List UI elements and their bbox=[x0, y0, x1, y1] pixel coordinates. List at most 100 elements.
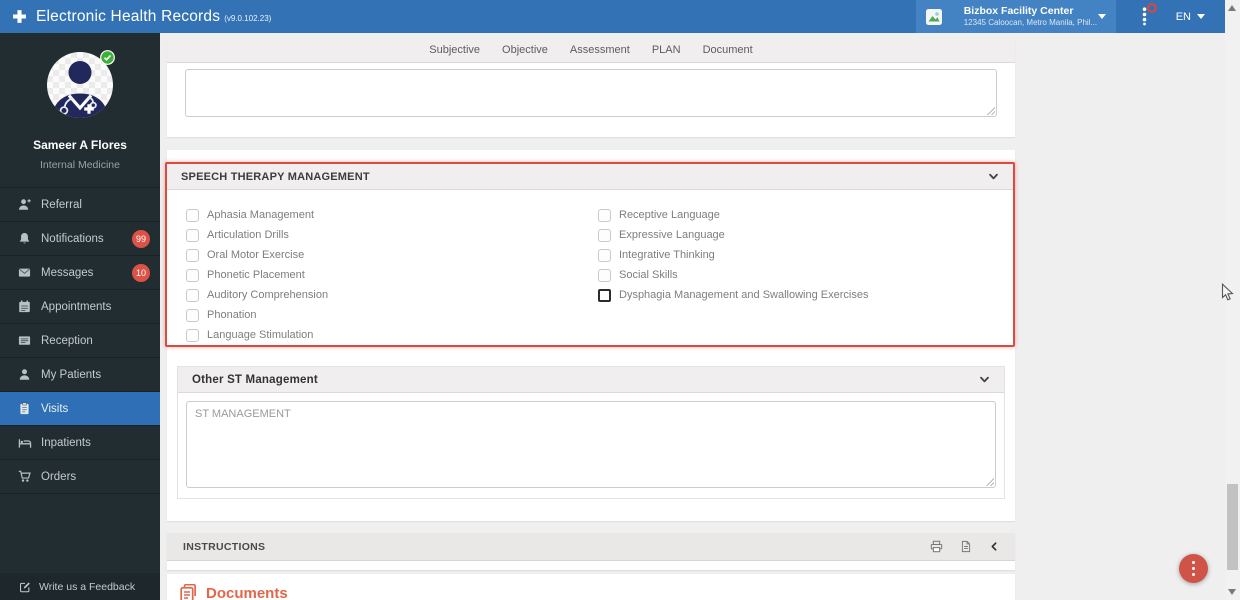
tab-document[interactable]: Document bbox=[703, 44, 753, 56]
scroll-up-arrow-icon[interactable] bbox=[1228, 5, 1236, 11]
other-st-header: Other ST Management bbox=[178, 367, 1004, 393]
language-selector[interactable]: EN bbox=[1176, 11, 1205, 23]
check-badge-icon bbox=[100, 50, 115, 65]
sidebar: Sameer A Flores Internal Medicine Referr… bbox=[0, 33, 160, 600]
option-integrative-thinking[interactable]: Integrative Thinking bbox=[598, 245, 868, 265]
tab-objective[interactable]: Objective bbox=[502, 44, 548, 56]
sidebar-item-label: Orders bbox=[41, 470, 77, 483]
checkbox[interactable] bbox=[598, 268, 611, 282]
sidebar-item-visits[interactable]: Visits bbox=[0, 392, 160, 426]
instructions-actions bbox=[930, 540, 999, 553]
option-social-skills[interactable]: Social Skills bbox=[598, 265, 868, 285]
speech-options-left: Aphasia Management Articulation Drills Ora… bbox=[186, 205, 328, 345]
chevron-down-icon[interactable] bbox=[988, 171, 999, 182]
checkbox-label: Phonetic Placement bbox=[207, 269, 305, 281]
sidebar-item-referral[interactable]: Referral bbox=[0, 188, 160, 222]
sidebar-item-orders[interactable]: Orders bbox=[0, 460, 160, 494]
instructions-header: INSTRUCTIONS bbox=[167, 533, 1015, 561]
sidebar-menu: Referral Notifications 99 Messages 10 Appoint… bbox=[0, 187, 160, 494]
soap-tabs: Subjective Objective Assessment PLAN Documen… bbox=[167, 37, 1015, 63]
pencil-icon bbox=[19, 581, 31, 593]
speech-options-right: Receptive Language Expressive Language Int… bbox=[598, 205, 868, 305]
calendar-icon bbox=[17, 300, 32, 313]
feedback-link[interactable]: Write us a Feedback bbox=[0, 573, 160, 600]
app-version: (v9.0.102.23) bbox=[224, 13, 272, 23]
patient-icon bbox=[17, 368, 32, 381]
checkbox-label: Dysphagia Management and Swallowing Exer… bbox=[619, 289, 869, 301]
checkbox-label: Auditory Comprehension bbox=[207, 289, 329, 301]
checkbox-label: Language Stimulation bbox=[207, 329, 314, 341]
sidebar-item-label: Inpatients bbox=[41, 436, 91, 449]
sidebar-item-label: Messages bbox=[41, 266, 94, 279]
option-auditory-comprehension[interactable]: Auditory Comprehension bbox=[186, 285, 328, 305]
instructions-title: INSTRUCTIONS bbox=[183, 540, 266, 553]
scroll-down-arrow-icon[interactable] bbox=[1228, 589, 1236, 595]
speech-therapy-panel: SPEECH THERAPY MANAGEMENT Aphasia Manage… bbox=[165, 162, 1015, 347]
chevron-left-icon[interactable] bbox=[989, 541, 999, 552]
app-brand[interactable]: Electronic Health Records (v9.0.102.23) bbox=[12, 8, 271, 26]
sidebar-item-notifications[interactable]: Notifications 99 bbox=[0, 222, 160, 256]
sidebar-item-messages[interactable]: Messages 10 bbox=[0, 256, 160, 290]
sidebar-item-reception[interactable]: Reception bbox=[0, 324, 160, 358]
option-expressive-language[interactable]: Expressive Language bbox=[598, 225, 868, 245]
language-label: EN bbox=[1175, 10, 1191, 23]
alert-ring-icon bbox=[1146, 2, 1157, 13]
facility-selector[interactable]: Bizbox Facility Center 12345 Caloocan, M… bbox=[915, 0, 1116, 33]
option-articulation-drills[interactable]: Articulation Drills bbox=[186, 225, 328, 245]
checkbox[interactable] bbox=[186, 328, 199, 342]
bed-icon bbox=[17, 436, 32, 449]
checkbox-label: Expressive Language bbox=[619, 229, 725, 241]
facility-logo bbox=[925, 8, 942, 25]
sidebar-item-label: Appointments bbox=[41, 300, 112, 313]
checkbox[interactable] bbox=[186, 308, 199, 322]
chevron-down-icon[interactable] bbox=[979, 374, 990, 385]
checkbox[interactable] bbox=[186, 248, 199, 262]
speech-panel-title: SPEECH THERAPY MANAGEMENT bbox=[181, 170, 370, 183]
printer-icon[interactable] bbox=[930, 540, 943, 553]
option-receptive-language[interactable]: Receptive Language bbox=[598, 205, 868, 225]
caret-down-icon bbox=[1097, 14, 1106, 19]
plan-note-textarea[interactable] bbox=[185, 69, 997, 117]
checkbox[interactable] bbox=[598, 208, 611, 222]
count-badge: 10 bbox=[132, 263, 150, 282]
sidebar-item-inpatients[interactable]: Inpatients bbox=[0, 426, 160, 460]
checkbox[interactable] bbox=[186, 268, 199, 282]
document-icon[interactable] bbox=[960, 540, 972, 553]
caret-down-icon bbox=[1197, 14, 1205, 19]
user-name: Sameer A Flores bbox=[33, 138, 127, 152]
scrollbar-thumb[interactable] bbox=[1227, 484, 1238, 570]
option-dysphagia-management-and-swallowing-exercises[interactable]: Dysphagia Management and Swallowing Exer… bbox=[598, 285, 868, 305]
option-aphasia-management[interactable]: Aphasia Management bbox=[186, 205, 328, 225]
option-phonetic-placement[interactable]: Phonetic Placement bbox=[186, 265, 328, 285]
facility-name: Bizbox Facility Center bbox=[963, 4, 1074, 17]
app-title: Electronic Health Records bbox=[36, 7, 221, 25]
option-oral-motor-exercise[interactable]: Oral Motor Exercise bbox=[186, 245, 328, 265]
tab-assessment[interactable]: Assessment bbox=[570, 44, 630, 56]
sidebar-item-appointments[interactable]: Appointments bbox=[0, 290, 160, 324]
tab-plan[interactable]: PLAN bbox=[652, 44, 681, 56]
checkbox-label: Aphasia Management bbox=[207, 209, 315, 221]
speech-panel-header: SPEECH THERAPY MANAGEMENT bbox=[167, 164, 1013, 190]
top-header: Electronic Health Records (v9.0.102.23) … bbox=[0, 0, 1225, 33]
checkbox[interactable] bbox=[186, 228, 199, 242]
checkbox[interactable] bbox=[598, 288, 611, 302]
checkbox[interactable] bbox=[598, 228, 611, 242]
page-scrollbar[interactable] bbox=[1225, 0, 1240, 600]
checkbox[interactable] bbox=[598, 248, 611, 262]
other-st-textarea[interactable] bbox=[186, 401, 996, 488]
sidebar-item-label: Notifications bbox=[41, 232, 104, 245]
documents-icon bbox=[179, 584, 198, 600]
checkbox[interactable] bbox=[186, 208, 199, 222]
cart-icon bbox=[17, 470, 32, 483]
floating-action-button[interactable] bbox=[1179, 554, 1208, 583]
option-language-stimulation[interactable]: Language Stimulation bbox=[186, 325, 328, 345]
tab-subjective[interactable]: Subjective bbox=[429, 44, 480, 56]
sidebar-item-label: Visits bbox=[41, 402, 69, 415]
documents-card: Documents bbox=[167, 574, 1015, 600]
checkbox[interactable] bbox=[186, 288, 199, 302]
option-phonation[interactable]: Phonation bbox=[186, 305, 328, 325]
facility-address: 12345 Caloocan, Metro Manila, Phil... bbox=[963, 18, 1098, 28]
sidebar-item-my-patients[interactable]: My Patients bbox=[0, 358, 160, 392]
header-menu-button[interactable] bbox=[1138, 2, 1157, 27]
main-content: Subjective Objective Assessment PLAN Documen… bbox=[160, 33, 1225, 600]
